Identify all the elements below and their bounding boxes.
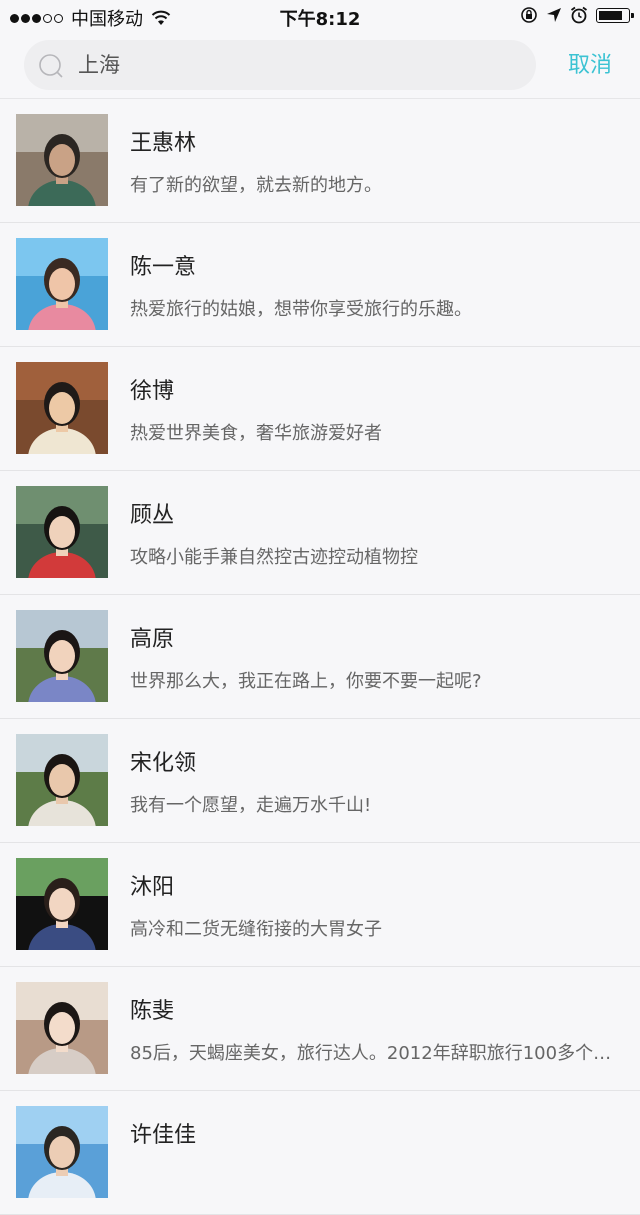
contact-name: 王惠林 xyxy=(130,131,197,156)
contact-bio: 85后，天蝎座美女，旅行达人。2012年辞职旅行100多个国家 xyxy=(130,1043,616,1064)
contact-bio: 攻略小能手兼自然控古迹控动植物控 xyxy=(130,547,418,568)
contact-name: 宋化领 xyxy=(130,751,197,776)
avatar[interactable] xyxy=(16,734,108,826)
list-item[interactable]: 徐博热爱世界美食，奢华旅游爱好者 xyxy=(0,347,640,471)
contact-bio: 世界那么大，我正在路上，你要不要一起呢? xyxy=(130,671,482,692)
avatar-photo xyxy=(16,734,108,826)
contact-bio: 热爱旅行的姑娘，想带你享受旅行的乐趣。 xyxy=(130,299,472,320)
avatar-photo xyxy=(16,610,108,702)
contact-name: 高原 xyxy=(130,627,175,652)
rotation-lock-icon xyxy=(521,7,537,23)
avatar-photo xyxy=(16,238,108,330)
avatar-photo xyxy=(16,982,108,1074)
avatar[interactable] xyxy=(16,858,108,950)
contact-bio: 我有一个愿望，走遍万水千山! xyxy=(130,795,372,816)
avatar-photo xyxy=(16,1106,108,1198)
avatar-photo xyxy=(16,362,108,454)
list-item[interactable]: 陈斐 85后，天蝎座美女，旅行达人。2012年辞职旅行100多个国家 xyxy=(0,967,640,1091)
contact-list: 王惠林有了新的欲望，就去新的地方。陈一意热爱旅行的姑娘，想带你享受旅行的乐趣。徐… xyxy=(0,99,640,1215)
search-bar: 上海 取消 xyxy=(0,34,640,99)
contact-name: 顾丛 xyxy=(130,503,175,528)
list-item[interactable]: 陈一意热爱旅行的姑娘，想带你享受旅行的乐趣。 xyxy=(0,223,640,347)
avatar[interactable] xyxy=(16,114,108,206)
avatar[interactable] xyxy=(16,982,108,1074)
contact-name: 许佳佳 xyxy=(130,1123,197,1148)
contact-name: 徐博 xyxy=(130,379,175,404)
list-item[interactable]: 沐阳高冷和二货无缝衔接的大胃女子 xyxy=(0,843,640,967)
contact-bio: 有了新的欲望，就去新的地方。 xyxy=(130,175,382,196)
battery-icon xyxy=(596,7,634,23)
contact-bio: 热爱世界美食，奢华旅游爱好者 xyxy=(130,423,382,444)
list-item[interactable]: 高原世界那么大，我正在路上，你要不要一起呢? xyxy=(0,595,640,719)
list-item[interactable]: 宋化领我有一个愿望，走遍万水千山! xyxy=(0,719,640,843)
avatar[interactable] xyxy=(16,486,108,578)
avatar-photo xyxy=(16,858,108,950)
contact-bio: 高冷和二货无缝衔接的大胃女子 xyxy=(130,919,382,940)
status-bar: 中国移动 下午8:12 xyxy=(0,0,640,34)
avatar-photo xyxy=(16,486,108,578)
avatar[interactable] xyxy=(16,1106,108,1198)
search-field[interactable]: 上海 xyxy=(24,40,536,90)
contact-name: 陈一意 xyxy=(130,255,197,280)
contact-name: 沐阳 xyxy=(130,875,175,900)
avatar[interactable] xyxy=(16,238,108,330)
avatar-photo xyxy=(16,114,108,206)
avatar[interactable] xyxy=(16,610,108,702)
avatar[interactable] xyxy=(16,362,108,454)
search-input[interactable]: 上海 xyxy=(78,40,508,90)
battery-level xyxy=(599,10,622,20)
alarm-icon xyxy=(570,6,588,24)
location-icon xyxy=(547,8,561,22)
list-item[interactable]: 许佳佳 xyxy=(0,1091,640,1215)
status-bar-right xyxy=(520,6,634,24)
list-item[interactable]: 顾丛攻略小能手兼自然控古迹控动植物控 xyxy=(0,471,640,595)
search-icon xyxy=(39,54,63,78)
cancel-button[interactable]: 取消 xyxy=(568,34,612,98)
contact-name: 陈斐 xyxy=(130,999,175,1024)
list-item[interactable]: 王惠林有了新的欲望，就去新的地方。 xyxy=(0,99,640,223)
